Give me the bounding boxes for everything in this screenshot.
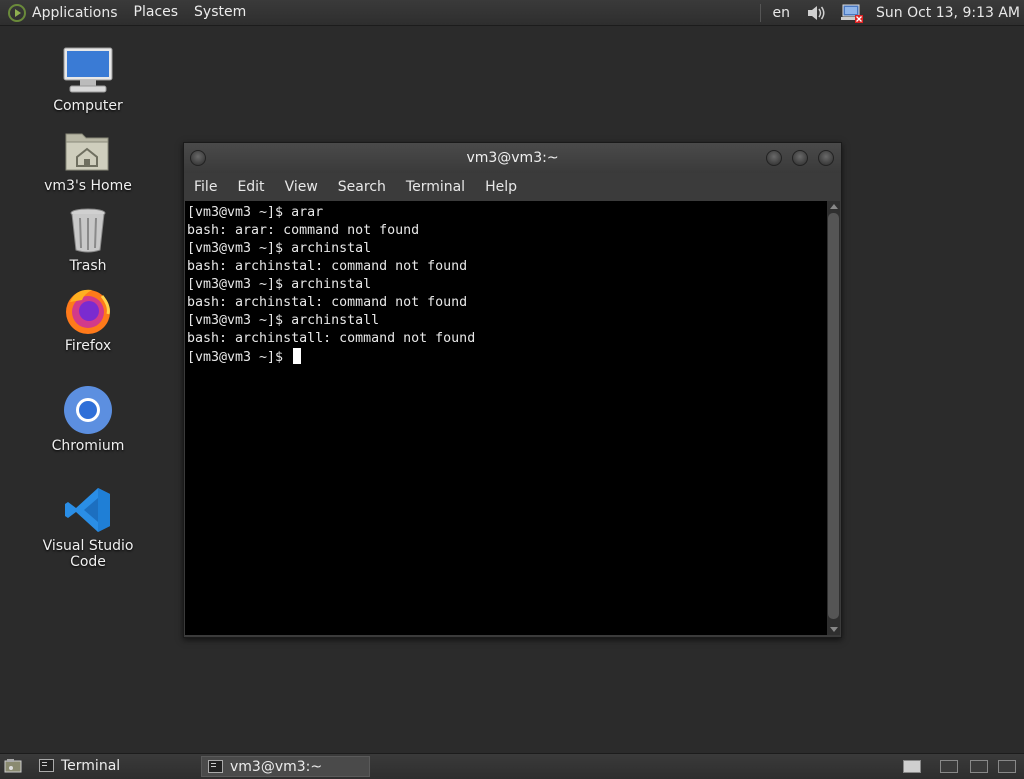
desktop-icon-label: Computer xyxy=(23,98,153,114)
taskbar-item-vm3-terminal[interactable]: vm3@vm3:~ xyxy=(201,756,370,777)
terminal-scrollbar[interactable] xyxy=(827,201,840,635)
menu-file[interactable]: File xyxy=(184,179,227,195)
bottom-panel: Terminal vm3@vm3:~ xyxy=(0,753,1024,779)
menu-search[interactable]: Search xyxy=(328,179,396,195)
chromium-icon xyxy=(62,384,114,436)
desktop-icon-trash[interactable]: Trash xyxy=(23,204,153,274)
applications-menu[interactable]: Applications xyxy=(0,0,126,25)
terminal-icon xyxy=(39,759,54,772)
menu-view[interactable]: View xyxy=(275,179,328,195)
desktop-icon-label: Firefox xyxy=(23,338,153,354)
applications-menu-label: Applications xyxy=(32,5,118,21)
minimize-button[interactable] xyxy=(766,150,782,166)
computer-icon xyxy=(62,44,114,96)
desktop-icon-label: Visual Studio Code xyxy=(23,538,153,570)
workspace-4[interactable] xyxy=(998,760,1016,773)
terminal-line: [vm3@vm3 ~]$ arar xyxy=(187,204,825,222)
terminal-line: bash: archinstal: command not found xyxy=(187,294,825,312)
terminal-prompt: [vm3@vm3 ~]$ xyxy=(187,350,291,365)
vscode-icon xyxy=(62,484,114,536)
notification-area: en Sun Oct 13, 9:13 AM xyxy=(754,0,1024,25)
scroll-down-arrow-icon[interactable] xyxy=(830,627,838,632)
terminal-prompt-line[interactable]: [vm3@vm3 ~]$ xyxy=(187,348,825,366)
desktop-icon-label: Trash xyxy=(23,258,153,274)
show-desktop-button[interactable] xyxy=(4,758,22,774)
terminal-line: [vm3@vm3 ~]$ archinstal xyxy=(187,276,825,294)
terminal-line: bash: arar: command not found xyxy=(187,222,825,240)
desktop-icon-vscode[interactable]: Visual Studio Code xyxy=(23,484,153,570)
window-titlebar[interactable]: vm3@vm3:~ xyxy=(184,143,841,173)
desktop-icon-home[interactable]: vm3's Home xyxy=(23,124,153,194)
network-icon[interactable] xyxy=(840,3,864,23)
text-cursor xyxy=(293,348,301,364)
menu-help[interactable]: Help xyxy=(475,179,527,195)
desktop-icon-chromium[interactable]: Chromium xyxy=(23,384,153,454)
volume-icon[interactable] xyxy=(806,4,828,22)
maximize-button[interactable] xyxy=(792,150,808,166)
distro-logo-icon xyxy=(8,4,26,22)
taskbar-item-label: vm3@vm3:~ xyxy=(230,759,322,775)
clock[interactable]: Sun Oct 13, 9:13 AM xyxy=(870,5,1024,21)
taskbar-item-label: Terminal xyxy=(61,758,120,774)
taskbar-item-terminal[interactable]: Terminal xyxy=(33,756,198,777)
workspace-2[interactable] xyxy=(940,760,958,773)
home-folder-icon xyxy=(62,124,114,176)
menu-terminal[interactable]: Terminal xyxy=(396,179,475,195)
terminal-line: [vm3@vm3 ~]$ archinstall xyxy=(187,312,825,330)
desktop-icon-label: Chromium xyxy=(23,438,153,454)
terminal-line: [vm3@vm3 ~]$ archinstal xyxy=(187,240,825,258)
panel-separator xyxy=(760,4,761,22)
workspace-3[interactable] xyxy=(970,760,988,773)
terminal-window: vm3@vm3:~ File Edit View Search Terminal… xyxy=(183,142,842,638)
keyboard-layout-indicator[interactable]: en xyxy=(767,5,801,21)
close-button[interactable] xyxy=(818,150,834,166)
desktop-icon-label: vm3's Home xyxy=(23,178,153,194)
desktop-icon-firefox[interactable]: Firefox xyxy=(23,284,153,354)
system-menu[interactable]: System xyxy=(186,0,254,25)
terminal-line: bash: archinstal: command not found xyxy=(187,258,825,276)
places-menu[interactable]: Places xyxy=(126,0,187,25)
window-title: vm3@vm3:~ xyxy=(184,143,841,173)
scroll-up-arrow-icon[interactable] xyxy=(830,204,838,209)
trash-icon xyxy=(62,204,114,256)
scrollbar-thumb[interactable] xyxy=(828,213,839,619)
menu-edit[interactable]: Edit xyxy=(227,179,274,195)
terminal-output[interactable]: [vm3@vm3 ~]$ arar bash: arar: command no… xyxy=(185,201,827,635)
firefox-icon xyxy=(62,284,114,336)
desktop-icon-computer[interactable]: Computer xyxy=(23,44,153,114)
terminal-icon xyxy=(208,760,223,773)
terminal-line: bash: archinstall: command not found xyxy=(187,330,825,348)
terminal-menubar: File Edit View Search Terminal Help xyxy=(184,173,841,201)
workspace-1[interactable] xyxy=(903,760,921,773)
top-panel: Applications Places System en Sun Oct 13… xyxy=(0,0,1024,26)
